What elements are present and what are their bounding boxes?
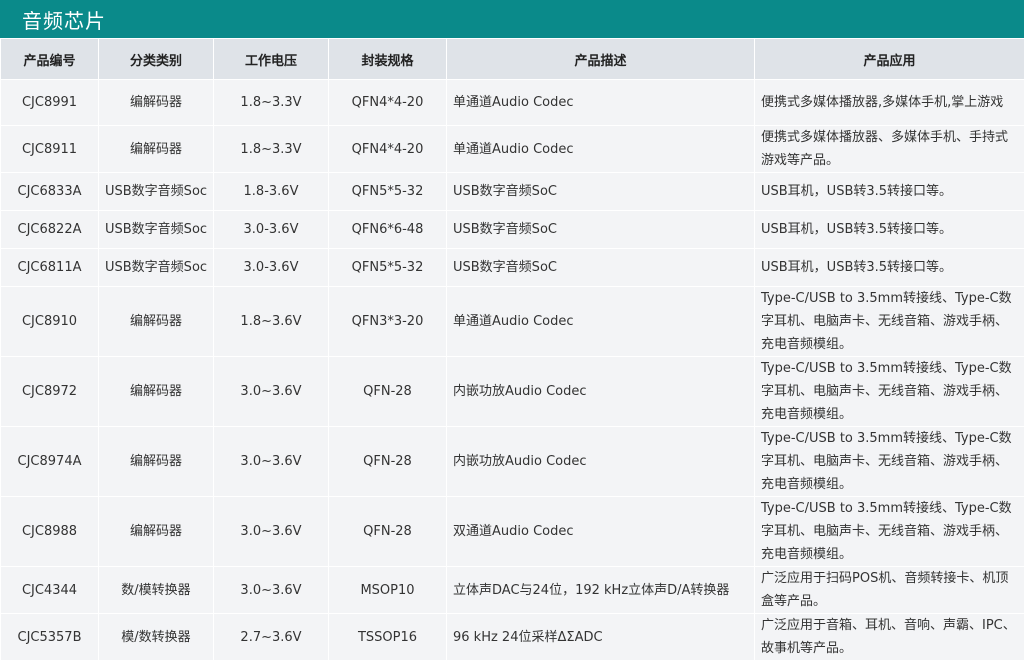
cell-category: USB数字音频Soc [99, 173, 214, 211]
cell-category: 编解码器 [99, 357, 214, 427]
table-row: CJC8991编解码器1.8~3.3VQFN4*4-20单通道Audio Cod… [1, 80, 1024, 126]
cell-description: 单通道Audio Codec [447, 126, 755, 173]
cell-voltage: 3.0~3.6V [214, 357, 329, 427]
cell-application: USB耳机，USB转3.5转接口等。 [755, 211, 1024, 249]
cell-application: Type-C/USB to 3.5mm转接线、Type-C数字耳机、电脑声卡、无… [755, 287, 1024, 357]
cell-package: QFN-28 [329, 497, 447, 567]
table-header-row: 产品编号 分类类别 工作电压 封装规格 产品描述 产品应用 [1, 39, 1024, 80]
cell-product-id: CJC8910 [1, 287, 99, 357]
cell-category: 编解码器 [99, 126, 214, 173]
cell-category: 模/数转换器 [99, 614, 214, 661]
cell-product-id: CJC6811A [1, 249, 99, 287]
cell-package: QFN4*4-20 [329, 80, 447, 126]
table-row: CJC8911编解码器1.8~3.3VQFN4*4-20单通道Audio Cod… [1, 126, 1024, 173]
header-application: 产品应用 [755, 39, 1024, 80]
section-title: 音频芯片 [22, 5, 106, 34]
cell-package: QFN-28 [329, 357, 447, 427]
cell-category: 编解码器 [99, 287, 214, 357]
cell-description: USB数字音频SoC [447, 173, 755, 211]
cell-description: 单通道Audio Codec [447, 287, 755, 357]
cell-description: 双通道Audio Codec [447, 497, 755, 567]
cell-package: TSSOP16 [329, 614, 447, 661]
cell-package: QFN6*6-48 [329, 211, 447, 249]
cell-application: 便携式多媒体播放器,多媒体手机,掌上游戏 [755, 80, 1024, 126]
cell-description: USB数字音频SoC [447, 211, 755, 249]
cell-product-id: CJC6833A [1, 173, 99, 211]
cell-voltage: 3.0-3.6V [214, 211, 329, 249]
cell-application: Type-C/USB to 3.5mm转接线、Type-C数字耳机、电脑声卡、无… [755, 427, 1024, 497]
cell-application: Type-C/USB to 3.5mm转接线、Type-C数字耳机、电脑声卡、无… [755, 497, 1024, 567]
cell-voltage: 1.8~3.3V [214, 126, 329, 173]
cell-description: USB数字音频SoC [447, 249, 755, 287]
cell-application: 便携式多媒体播放器、多媒体手机、手持式游戏等产品。 [755, 126, 1024, 173]
table-body: CJC8991编解码器1.8~3.3VQFN4*4-20单通道Audio Cod… [1, 80, 1024, 661]
table-row: CJC8974A编解码器3.0~3.6VQFN-28内嵌功放Audio Code… [1, 427, 1024, 497]
table-row: CJC6833AUSB数字音频Soc1.8-3.6VQFN5*5-32USB数字… [1, 173, 1024, 211]
cell-voltage: 1.8-3.6V [214, 173, 329, 211]
header-voltage: 工作电压 [214, 39, 329, 80]
cell-product-id: CJC8991 [1, 80, 99, 126]
cell-application: USB耳机，USB转3.5转接口等。 [755, 249, 1024, 287]
cell-category: 编解码器 [99, 427, 214, 497]
table-row: CJC8972编解码器3.0~3.6VQFN-28内嵌功放Audio Codec… [1, 357, 1024, 427]
table-row: CJC5357B模/数转换器2.7~3.6VTSSOP1696 kHz 24位采… [1, 614, 1024, 661]
header-package: 封装规格 [329, 39, 447, 80]
cell-voltage: 1.8~3.6V [214, 287, 329, 357]
cell-voltage: 2.7~3.6V [214, 614, 329, 661]
table-row: CJC6811AUSB数字音频Soc3.0-3.6VQFN5*5-32USB数字… [1, 249, 1024, 287]
product-table: 产品编号 分类类别 工作电压 封装规格 产品描述 产品应用 CJC8991编解码… [0, 38, 1024, 661]
cell-voltage: 3.0~3.6V [214, 497, 329, 567]
cell-product-id: CJC8974A [1, 427, 99, 497]
cell-category: 编解码器 [99, 497, 214, 567]
cell-description: 96 kHz 24位采样ΔΣADC [447, 614, 755, 661]
cell-application: 广泛应用于扫码POS机、音频转接卡、机顶盒等产品。 [755, 567, 1024, 614]
cell-package: QFN5*5-32 [329, 249, 447, 287]
cell-package: QFN3*3-20 [329, 287, 447, 357]
cell-product-id: CJC4344 [1, 567, 99, 614]
cell-category: USB数字音频Soc [99, 249, 214, 287]
cell-product-id: CJC8911 [1, 126, 99, 173]
cell-product-id: CJC8988 [1, 497, 99, 567]
cell-voltage: 1.8~3.3V [214, 80, 329, 126]
table-row: CJC4344数/模转换器3.0~3.6VMSOP10立体声DAC与24位，19… [1, 567, 1024, 614]
table-row: CJC6822AUSB数字音频Soc3.0-3.6VQFN6*6-48USB数字… [1, 211, 1024, 249]
table-row: CJC8988编解码器3.0~3.6VQFN-28双通道Audio CodecT… [1, 497, 1024, 567]
section-title-bar: 音频芯片 [0, 0, 1024, 38]
cell-application: USB耳机，USB转3.5转接口等。 [755, 173, 1024, 211]
cell-application: 广泛应用于音箱、耳机、音响、声霸、IPC、故事机等产品。 [755, 614, 1024, 661]
cell-package: MSOP10 [329, 567, 447, 614]
cell-description: 单通道Audio Codec [447, 80, 755, 126]
cell-category: 编解码器 [99, 80, 214, 126]
header-description: 产品描述 [447, 39, 755, 80]
cell-category: USB数字音频Soc [99, 211, 214, 249]
header-product-id: 产品编号 [1, 39, 99, 80]
cell-package: QFN-28 [329, 427, 447, 497]
cell-application: Type-C/USB to 3.5mm转接线、Type-C数字耳机、电脑声卡、无… [755, 357, 1024, 427]
cell-voltage: 3.0~3.6V [214, 427, 329, 497]
cell-voltage: 3.0-3.6V [214, 249, 329, 287]
cell-description: 立体声DAC与24位，192 kHz立体声D/A转换器 [447, 567, 755, 614]
header-category: 分类类别 [99, 39, 214, 80]
cell-product-id: CJC8972 [1, 357, 99, 427]
cell-package: QFN5*5-32 [329, 173, 447, 211]
cell-package: QFN4*4-20 [329, 126, 447, 173]
cell-voltage: 3.0~3.6V [214, 567, 329, 614]
cell-product-id: CJC6822A [1, 211, 99, 249]
cell-description: 内嵌功放Audio Codec [447, 427, 755, 497]
table-row: CJC8910编解码器1.8~3.6VQFN3*3-20单通道Audio Cod… [1, 287, 1024, 357]
cell-description: 内嵌功放Audio Codec [447, 357, 755, 427]
cell-category: 数/模转换器 [99, 567, 214, 614]
cell-product-id: CJC5357B [1, 614, 99, 661]
